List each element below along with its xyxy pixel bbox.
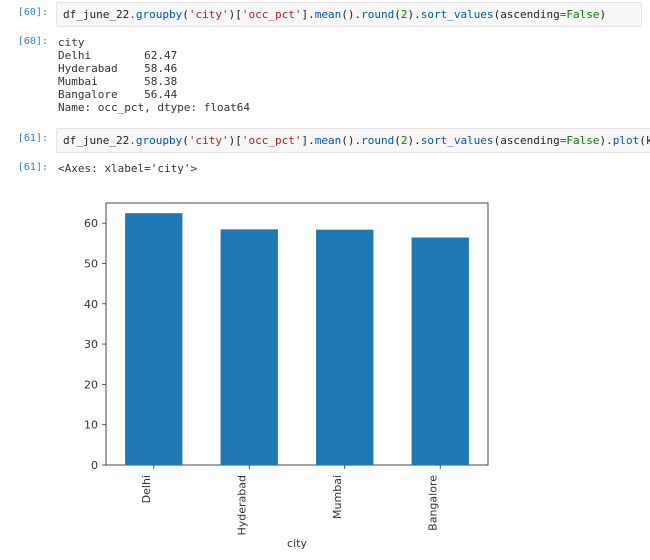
ytick-label: 30 [84,338,98,351]
input-prompt-61: [61]: [0,128,56,144]
output-text-60: city Delhi 62.47 Hyderabad 58.46 Mumbai … [56,31,642,124]
cell-output-61: [61]: <Axes: xlabel='city'> 0 10 20 30 40 50 6… [0,155,650,560]
bar [125,213,182,465]
cell-input-60: [60]: df_june_22.groupby('city')['occ_pc… [0,0,650,29]
cell-output-60: [60]: city Delhi 62.47 Hyderabad 58.46 M… [0,29,650,126]
chart-output-61: 0 10 20 30 40 50 60 Delhi Hyderabad Mumbai Bangalo… [56,185,642,558]
xlabel: city [287,537,307,550]
ytick-label: 10 [84,419,98,432]
xtick-label: Mumbai [331,475,344,519]
xtick-label: Bangalore [426,475,439,531]
xtick-label: Hyderabad [235,475,248,536]
bar [316,230,373,465]
input-prompt-60: [60]: [0,2,56,18]
output-prompt-61: [61]: [0,157,56,173]
ytick-label: 0 [91,459,98,472]
cell-input-61: [61]: df_june_22.groupby('city')['occ_pc… [0,126,650,155]
ytick-label: 60 [84,217,98,230]
bar [221,229,278,465]
output-prompt-60: [60]: [0,31,56,47]
bar [412,238,469,465]
code-input-60[interactable]: df_june_22.groupby('city')['occ_pct'].me… [56,2,642,27]
code-input-61[interactable]: df_june_22.groupby('city')['occ_pct'].me… [56,128,650,153]
xtick-label: Delhi [140,475,153,503]
ytick-label: 20 [84,378,98,391]
output-text-61: <Axes: xlabel='city'> [56,157,642,185]
ytick-label: 40 [84,298,98,311]
bar-chart: 0 10 20 30 40 50 60 Delhi Hyderabad Mumbai Bangalo… [58,193,498,553]
ytick-label: 50 [84,257,98,270]
